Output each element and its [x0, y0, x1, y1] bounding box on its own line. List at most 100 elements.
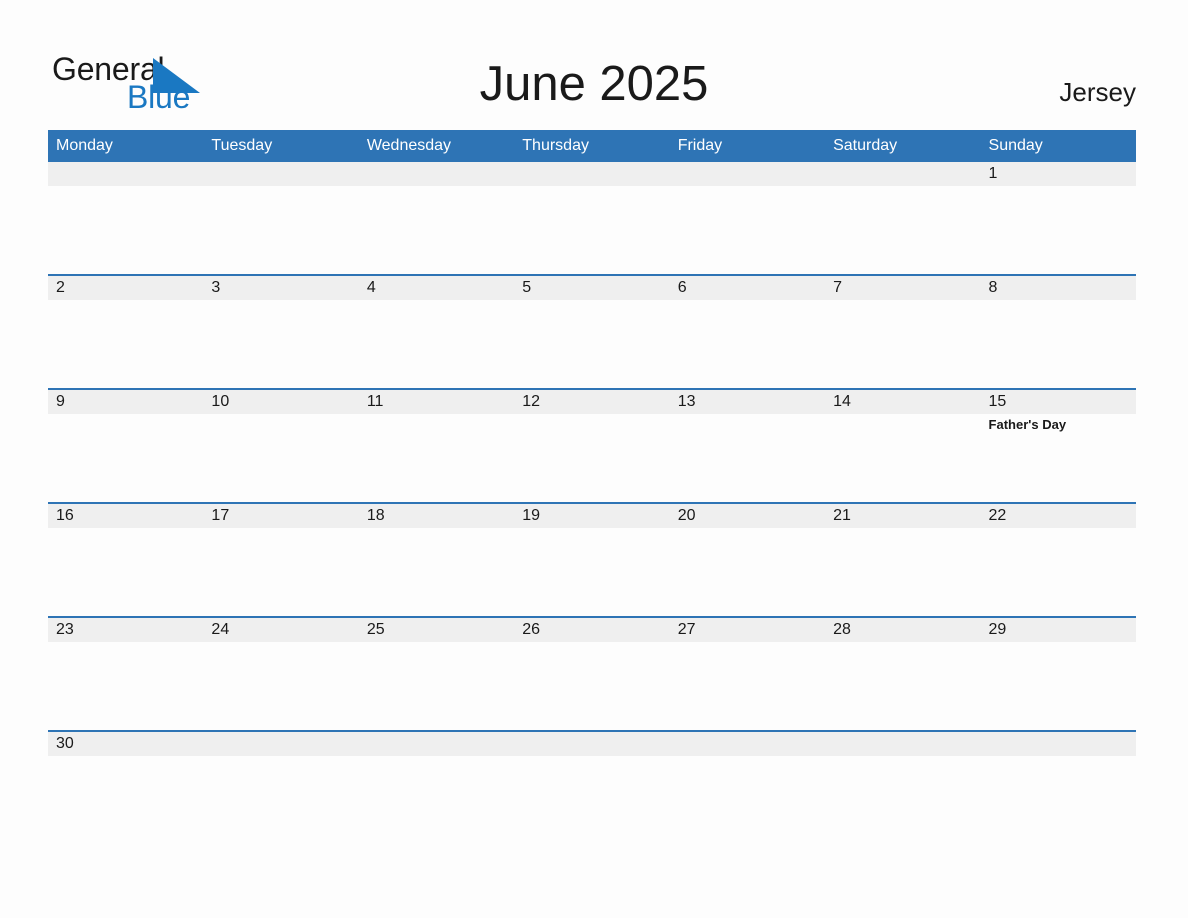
day-cell[interactable] — [358, 162, 515, 274]
day-body[interactable] — [980, 300, 1136, 388]
day-body[interactable] — [514, 300, 670, 388]
day-cell[interactable]: 30 — [48, 732, 204, 756]
day-cell[interactable] — [825, 732, 981, 756]
day-cell[interactable] — [203, 162, 359, 274]
day-cell[interactable]: 3 — [203, 276, 359, 388]
day-body[interactable] — [48, 528, 204, 616]
day-body[interactable] — [825, 414, 981, 502]
day-body[interactable] — [980, 642, 1136, 730]
day-cell[interactable]: 16 — [48, 504, 204, 616]
day-number: 23 — [48, 618, 204, 642]
week-row: 2 3 4 5 6 7 8 — [48, 274, 1136, 388]
day-cell[interactable]: 29 — [980, 618, 1136, 730]
day-cell[interactable]: 12 — [514, 390, 670, 502]
day-cell[interactable]: 20 — [669, 504, 826, 616]
day-body[interactable] — [825, 642, 981, 730]
day-number: 14 — [825, 390, 981, 414]
day-cell[interactable]: 1 — [980, 162, 1136, 274]
day-cell[interactable]: 17 — [203, 504, 359, 616]
weekday-header-friday: Friday — [677, 137, 723, 154]
day-number — [48, 162, 204, 186]
day-number: 22 — [980, 504, 1136, 528]
day-cell[interactable]: 10 — [203, 390, 359, 502]
day-cell[interactable]: 8 — [980, 276, 1136, 388]
day-body[interactable] — [358, 186, 515, 274]
day-body[interactable] — [669, 300, 826, 388]
day-number: 27 — [669, 618, 826, 642]
day-number — [669, 162, 826, 186]
day-body[interactable] — [203, 300, 359, 388]
day-cell[interactable]: 11 — [358, 390, 515, 502]
day-number: 25 — [358, 618, 515, 642]
week-row: 23 24 25 26 27 28 29 — [48, 616, 1136, 730]
day-body[interactable] — [48, 642, 204, 730]
day-body[interactable] — [669, 642, 826, 730]
day-number: 2 — [48, 276, 204, 300]
day-body[interactable] — [669, 528, 826, 616]
week-row: 1 — [48, 162, 1136, 274]
day-cell[interactable]: 9 — [48, 390, 204, 502]
page-header: General Blue June 2025 Jersey — [0, 0, 1188, 130]
day-body[interactable] — [203, 642, 359, 730]
day-cell[interactable]: 22 — [980, 504, 1136, 616]
day-cell[interactable]: 24 — [203, 618, 359, 730]
day-number: 8 — [980, 276, 1136, 300]
day-body[interactable] — [669, 414, 826, 502]
day-cell[interactable]: 27 — [669, 618, 826, 730]
day-cell[interactable]: 15 Father's Day — [980, 390, 1136, 502]
day-body[interactable] — [825, 186, 981, 274]
day-cell[interactable] — [669, 732, 826, 756]
day-number — [825, 162, 981, 186]
day-cell[interactable]: 23 — [48, 618, 204, 730]
day-cell[interactable] — [514, 732, 670, 756]
day-cell[interactable] — [358, 732, 515, 756]
day-cell[interactable] — [980, 732, 1136, 756]
day-cell[interactable] — [825, 162, 981, 274]
day-cell[interactable]: 7 — [825, 276, 981, 388]
day-cell[interactable]: 21 — [825, 504, 981, 616]
day-cell[interactable]: 6 — [669, 276, 826, 388]
day-body[interactable] — [669, 186, 826, 274]
day-body[interactable] — [203, 186, 359, 274]
day-number: 18 — [358, 504, 515, 528]
day-number: 29 — [980, 618, 1136, 642]
day-cell[interactable]: 26 — [514, 618, 670, 730]
day-body[interactable] — [358, 528, 515, 616]
day-cell[interactable]: 25 — [358, 618, 515, 730]
day-body[interactable] — [825, 300, 981, 388]
day-cell[interactable]: 18 — [358, 504, 515, 616]
day-body[interactable] — [514, 528, 670, 616]
day-body[interactable] — [48, 414, 204, 502]
day-body[interactable] — [980, 186, 1136, 274]
day-body[interactable] — [514, 642, 670, 730]
day-cell[interactable] — [203, 732, 359, 756]
day-body[interactable] — [825, 528, 981, 616]
day-cell[interactable]: 2 — [48, 276, 204, 388]
day-body[interactable] — [48, 186, 204, 274]
holiday-event: Father's Day — [988, 417, 1067, 432]
day-number: 30 — [48, 732, 204, 756]
day-cell[interactable] — [669, 162, 826, 274]
day-number — [203, 732, 359, 756]
day-cell[interactable]: 19 — [514, 504, 670, 616]
day-cell[interactable]: 14 — [825, 390, 981, 502]
day-number: 3 — [203, 276, 359, 300]
day-body[interactable] — [358, 642, 515, 730]
day-cell[interactable] — [514, 162, 670, 274]
day-body[interactable] — [514, 414, 670, 502]
day-cell[interactable] — [48, 162, 204, 274]
day-body[interactable] — [514, 186, 670, 274]
day-cell[interactable]: 28 — [825, 618, 981, 730]
day-body[interactable] — [203, 414, 359, 502]
day-cell[interactable]: 4 — [358, 276, 515, 388]
day-cell[interactable]: 13 — [669, 390, 826, 502]
day-body[interactable] — [48, 300, 204, 388]
day-body[interactable] — [358, 414, 515, 502]
day-body[interactable] — [358, 300, 515, 388]
day-number: 21 — [825, 504, 981, 528]
day-body[interactable] — [203, 528, 359, 616]
day-number — [825, 732, 981, 756]
day-body[interactable] — [980, 528, 1136, 616]
day-body[interactable]: Father's Day — [980, 414, 1136, 502]
day-cell[interactable]: 5 — [514, 276, 670, 388]
